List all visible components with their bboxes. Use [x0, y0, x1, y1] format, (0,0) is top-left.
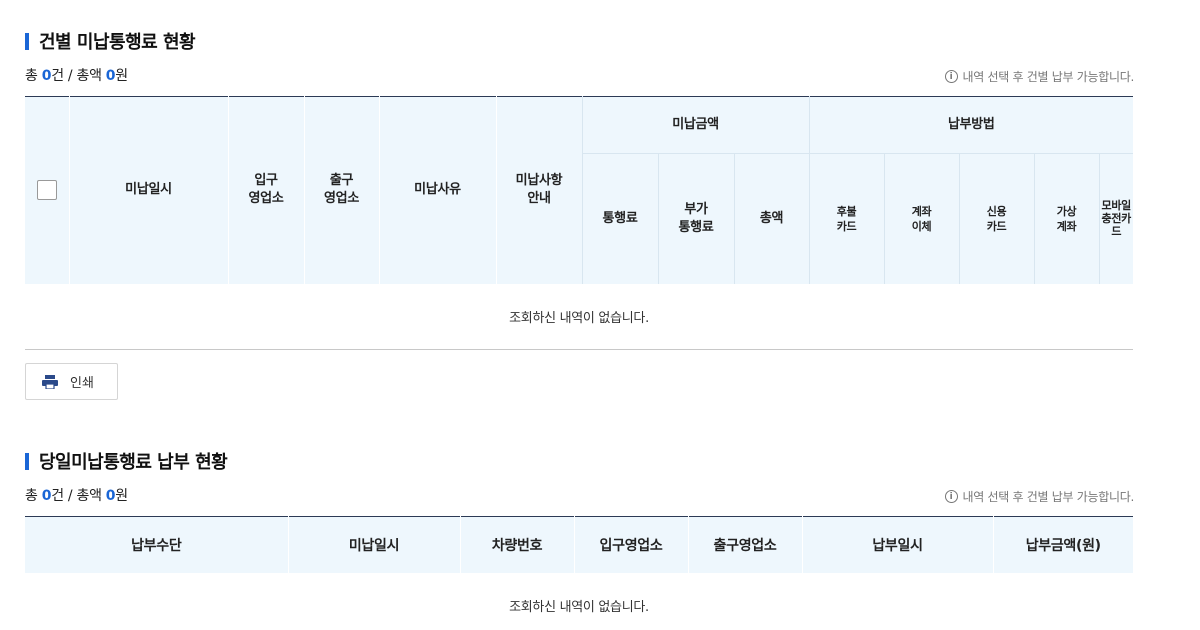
today-payment-notice: i 내역 선택 후 건별 납부 가능합니다. — [944, 488, 1135, 505]
notice-text: 내역 선택 후 건별 납부 가능합니다. — [962, 490, 1135, 504]
header-extra-toll: 부가 통행료 — [657, 153, 734, 284]
info-icon: i — [944, 70, 958, 83]
header-payment-amount: 납부금액(원) — [992, 516, 1133, 573]
header-deferred-card: 후불 카드 — [808, 153, 885, 284]
header-mobile-card: 모바일충전카드 — [1098, 153, 1134, 284]
unpaid-empty-message: 조회하신 내역이 없습니다. — [25, 283, 1134, 350]
unpaid-toll-section-title: 건별 미납통행료 현황 — [25, 28, 196, 54]
section-title-text: 건별 미납통행료 현황 — [39, 32, 196, 53]
section-title-text: 당일미납통행료 납부 현황 — [39, 452, 228, 473]
unpaid-amount: 0 — [105, 68, 116, 84]
today-summary: 총 0건 / 총액 0원 — [25, 488, 128, 504]
header-payment-means: 납부수단 — [25, 516, 288, 573]
today-count: 0 — [41, 488, 52, 504]
header-toll: 통행료 — [581, 153, 658, 284]
header-entry-office: 입구영업소 — [573, 516, 688, 573]
header-exit-office: 출구영업소 — [687, 516, 802, 573]
today-amount: 0 — [105, 488, 116, 504]
print-button[interactable]: 인쇄 — [25, 363, 118, 400]
header-payment-method-group: 납부방법 — [808, 96, 1134, 154]
header-vehicle-number: 차량번호 — [459, 516, 574, 573]
header-account-transfer: 계좌 이체 — [883, 153, 960, 284]
header-entry-office: 입구 영업소 — [227, 96, 304, 284]
select-all-cell — [25, 96, 69, 284]
header-unpaid-guide: 미납사항 안내 — [495, 96, 582, 284]
select-all-checkbox[interactable] — [36, 180, 57, 201]
header-unpaid-datetime: 미납일시 — [68, 96, 228, 284]
title-bar-accent — [25, 32, 29, 50]
header-payment-datetime: 납부일시 — [801, 516, 993, 573]
today-empty-message: 조회하신 내역이 없습니다. — [509, 600, 649, 615]
unpaid-toll-table: 미납일시 입구 영업소 출구 영업소 미납사유 미납사항 안내 미납금액 납부방… — [25, 96, 1134, 350]
header-unpaid-datetime: 미납일시 — [287, 516, 460, 573]
header-virtual-account: 가상 계좌 — [1033, 153, 1100, 284]
unpaid-summary: 총 0건 / 총액 0원 — [25, 68, 128, 84]
title-bar-accent — [25, 452, 29, 470]
print-button-label: 인쇄 — [70, 376, 94, 391]
header-total: 총액 — [733, 153, 810, 284]
payment-notice: i 내역 선택 후 건별 납부 가능합니다. — [944, 68, 1135, 85]
header-exit-office: 출구 영업소 — [303, 96, 379, 284]
header-unpaid-amount-group: 미납금액 — [581, 96, 810, 154]
unpaid-count: 0 — [41, 68, 52, 84]
header-unpaid-reason: 미납사유 — [378, 96, 496, 284]
header-credit-card: 신용 카드 — [958, 153, 1035, 284]
today-payment-table: 납부수단 미납일시 차량번호 입구영업소 출구영업소 납부일시 납부금액(원) … — [25, 516, 1133, 630]
notice-text: 내역 선택 후 건별 납부 가능합니다. — [962, 70, 1135, 84]
printer-icon — [42, 374, 58, 390]
info-icon: i — [944, 490, 958, 503]
today-unpaid-section-title: 당일미납통행료 납부 현황 — [25, 448, 228, 474]
